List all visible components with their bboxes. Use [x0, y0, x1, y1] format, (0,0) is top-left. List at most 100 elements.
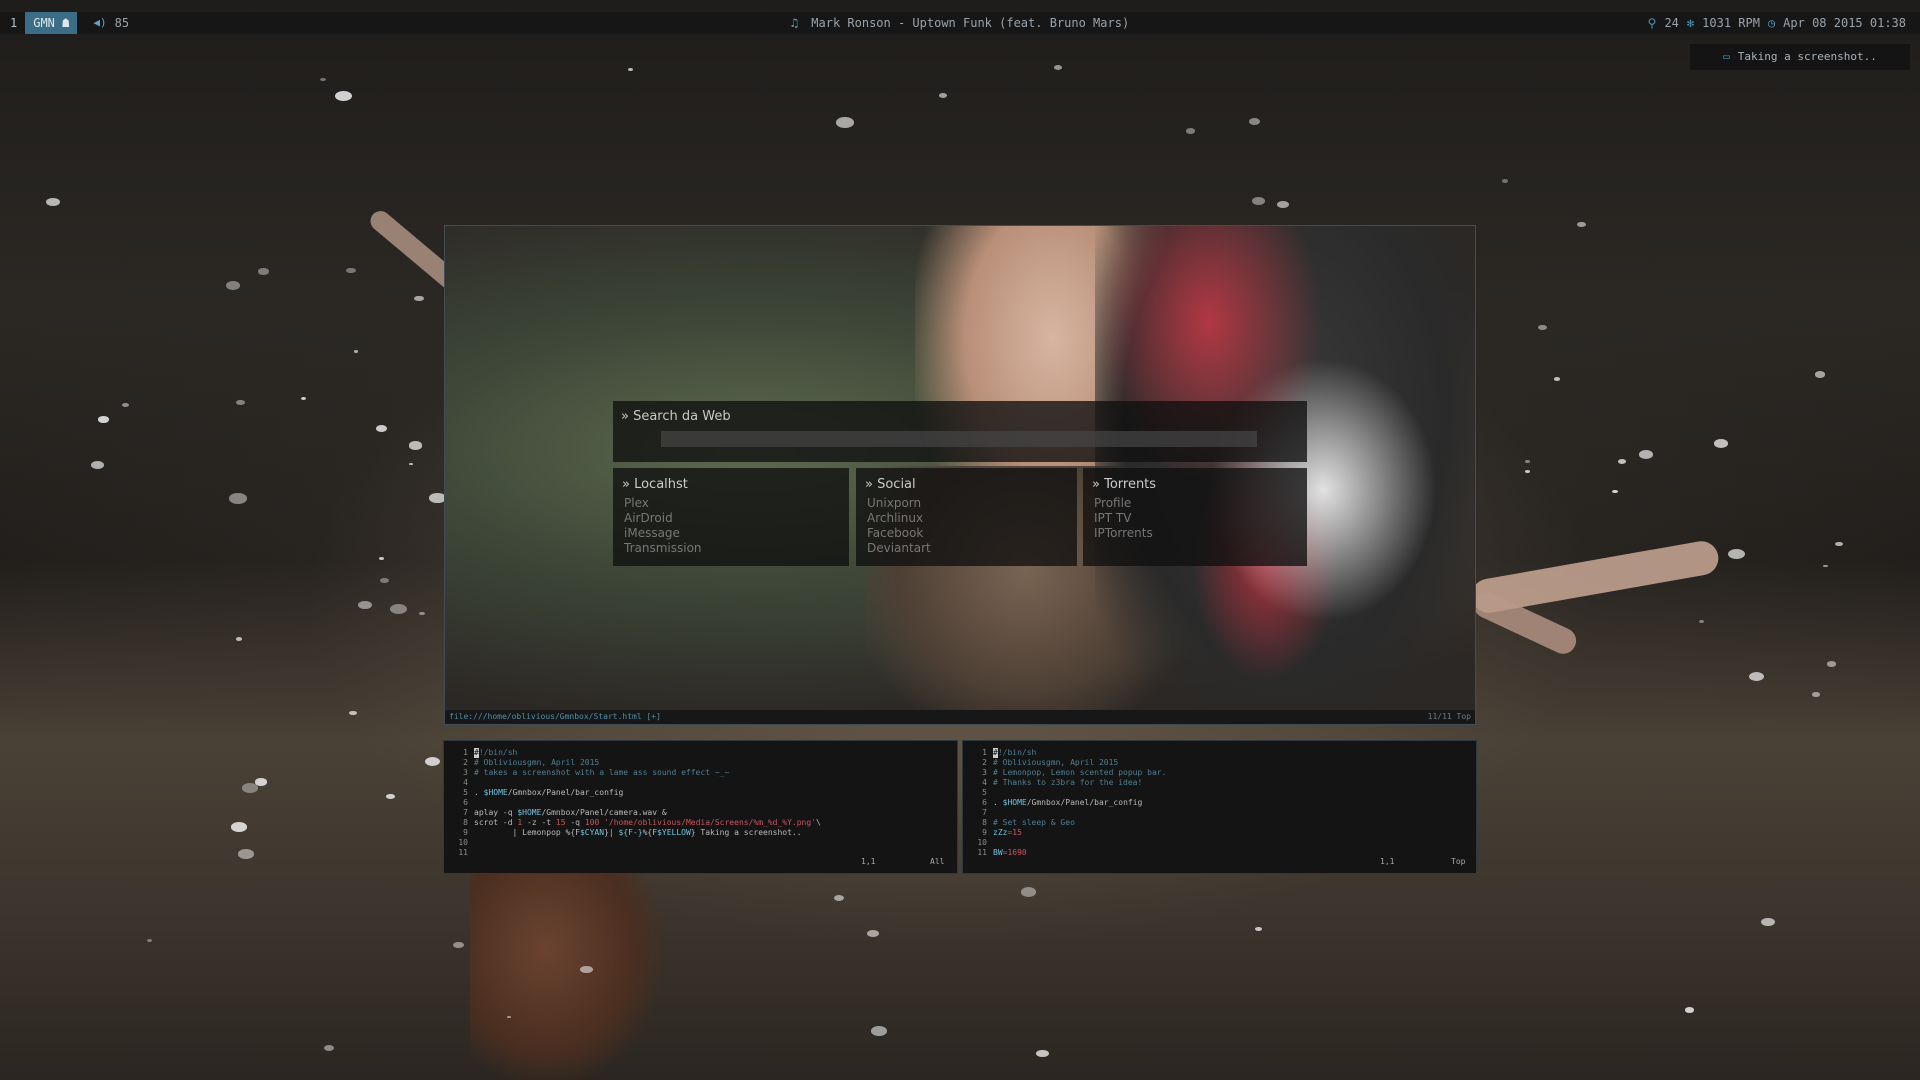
code-token: } Taking a screenshot..: [690, 828, 802, 837]
snowflake: [1811, 691, 1820, 697]
thermometer-icon: ⚲: [1647, 16, 1657, 30]
terminal-editor-left[interactable]: 1 # !/bin/sh 2 # Obliviousgmn, April 2015 3 # …: [443, 740, 958, 874]
line-number: 10: [977, 838, 987, 847]
link-profile[interactable]: Profile: [1094, 496, 1153, 511]
line-number: 7: [463, 808, 468, 817]
search-input[interactable]: [661, 431, 1257, 447]
snowflake: [354, 350, 359, 353]
snowflake: [1713, 439, 1729, 448]
snowflake: [237, 849, 255, 859]
link-iptorrents[interactable]: IPTorrents: [1094, 526, 1153, 541]
snowflake: [1053, 64, 1063, 70]
now-playing: ♫ Mark Ronson - Uptown Funk (feat. Bruno…: [0, 12, 1920, 34]
panel-social: » Social Unixporn Archlinux Facebook Dev…: [856, 468, 1077, 566]
snowflake: [1553, 376, 1560, 381]
panel-torrents: » Torrents Profile IPT TV IPTorrents: [1083, 468, 1307, 566]
code-token: $HOME: [517, 808, 542, 817]
status-bar: 1 GMN ☗ ◀) 85 ♫ Mark Ronson - Uptown Fun…: [0, 12, 1920, 34]
snowflake: [385, 793, 395, 799]
editor-line[interactable]: 4 # Thanks to z3bra for the idea!: [969, 778, 1166, 788]
editor-line[interactable]: 11: [450, 848, 821, 858]
snowflake: [236, 637, 243, 641]
cursor-position: 1,1: [861, 857, 876, 866]
editor-line[interactable]: 5: [969, 788, 1166, 798]
link-unixporn[interactable]: Unixporn: [867, 496, 931, 511]
line-number: 2: [463, 758, 468, 767]
snowflake: [1020, 887, 1037, 897]
editor-line[interactable]: 2 # Obliviousgmn, April 2015: [450, 758, 821, 768]
link-airdroid[interactable]: AirDroid: [624, 511, 702, 526]
fan-icon: ✻: [1686, 16, 1695, 30]
editor-line[interactable]: 10: [450, 838, 821, 848]
editor-lines: 1 # !/bin/sh 2 # Obliviousgmn, April 2015 3 # …: [969, 748, 1166, 858]
browser-window[interactable]: » Search da Web » Localhst Plex AirDroid…: [444, 225, 1476, 725]
code-token: }|: [604, 828, 619, 837]
snowflake: [146, 938, 152, 942]
datetime: Apr 08 2015 01:38: [1783, 16, 1906, 30]
notification-text: Taking a screenshot..: [1737, 50, 1877, 63]
link-deviantart[interactable]: Deviantart: [867, 541, 931, 556]
line-number: 1: [982, 748, 987, 757]
code-token: /Gmnbox/Panel/bar_config: [507, 788, 624, 797]
link-facebook[interactable]: Facebook: [867, 526, 931, 541]
link-archlinux[interactable]: Archlinux: [867, 511, 931, 526]
link-imessage[interactable]: iMessage: [624, 526, 702, 541]
snowflake: [320, 78, 326, 82]
code-token: !/bin/sh: [478, 748, 518, 757]
snowflake: [98, 416, 109, 423]
snowflake: [1638, 449, 1654, 459]
link-plex[interactable]: Plex: [624, 496, 702, 511]
snowflake: [1685, 1006, 1695, 1013]
editor-line[interactable]: 6: [450, 798, 821, 808]
snowflake: [1814, 371, 1825, 378]
line-number: 5: [463, 788, 468, 797]
editor-line[interactable]: 7: [969, 808, 1166, 818]
panel-links: Profile IPT TV IPTorrents: [1094, 496, 1153, 541]
scroll-indicator: Top: [1451, 857, 1466, 866]
editor-line[interactable]: 4: [450, 778, 821, 788]
snowflake: [349, 710, 357, 716]
code-token: zZz: [993, 828, 1008, 837]
line-number: 9: [982, 828, 987, 837]
code-token: \: [816, 818, 821, 827]
snowflake: [229, 493, 247, 504]
editor-line[interactable]: 10: [969, 838, 1166, 848]
code-token: | Lemonpop %{F: [474, 828, 580, 837]
snowflake: [1748, 671, 1764, 681]
code-token: ${F-}: [618, 828, 643, 837]
line-number: 11: [458, 848, 468, 857]
line-number: 8: [982, 818, 987, 827]
editor-line[interactable]: 9 zZz =15: [969, 828, 1166, 838]
editor-line[interactable]: 8 scrot -d 1 -z -t 15 -q 100 '/home/obliv…: [450, 818, 821, 828]
editor-line[interactable]: 3 # Lemonpop, Lemon scented popup bar.: [969, 768, 1166, 778]
editor-line[interactable]: 1 # !/bin/sh: [450, 748, 821, 758]
editor-line[interactable]: 11 BW =1690: [969, 848, 1166, 858]
editor-line[interactable]: 9 | Lemonpop %{F $CYAN}| ${F-} %{F $YELLOW}…: [450, 828, 821, 838]
editor-line[interactable]: 1 # !/bin/sh: [969, 748, 1166, 758]
code-token: '/home/oblivious/Media/Screens/%m_%d_%Y.…: [599, 818, 817, 827]
editor-line[interactable]: 2 # Obliviousgmn, April 2015: [969, 758, 1166, 768]
editor-line[interactable]: 6. $HOME/Gmnbox/Panel/bar_config: [969, 798, 1166, 808]
editor-line[interactable]: 7 aplay -q $HOME/Gmnbox/Panel/camera.wav …: [450, 808, 821, 818]
code-token: $YELLOW: [657, 828, 691, 837]
snowflake: [1835, 541, 1843, 547]
snowflake: [628, 68, 633, 71]
code-token: $HOME: [483, 788, 508, 797]
terminal-editor-right[interactable]: 1 # !/bin/sh 2 # Obliviousgmn, April 2015 3 # …: [962, 740, 1477, 874]
snowflake: [236, 399, 245, 405]
editor-line[interactable]: 3 # takes a screenshot with a lame ass so…: [450, 768, 821, 778]
code-token: /Gmnbox/Panel/bar_config: [1026, 798, 1143, 807]
monitor-icon: ▭: [1723, 50, 1730, 63]
link-transmission[interactable]: Transmission: [624, 541, 702, 556]
line-number: 9: [463, 828, 468, 837]
snowflake: [506, 1015, 511, 1019]
headphones-icon: ♫: [790, 16, 799, 30]
editor-line[interactable]: 8 # Set sleep & Geo: [969, 818, 1166, 828]
editor-line[interactable]: 5. $HOME/Gmnbox/Panel/bar_config: [450, 788, 821, 798]
snowflake: [938, 93, 947, 98]
link-ipt-tv[interactable]: IPT TV: [1094, 511, 1153, 526]
line-number: 5: [982, 788, 987, 797]
code-token: # Obliviousgmn, April 2015: [993, 758, 1119, 767]
panel-title: » Localhst: [622, 477, 688, 492]
snowflake: [453, 941, 464, 949]
